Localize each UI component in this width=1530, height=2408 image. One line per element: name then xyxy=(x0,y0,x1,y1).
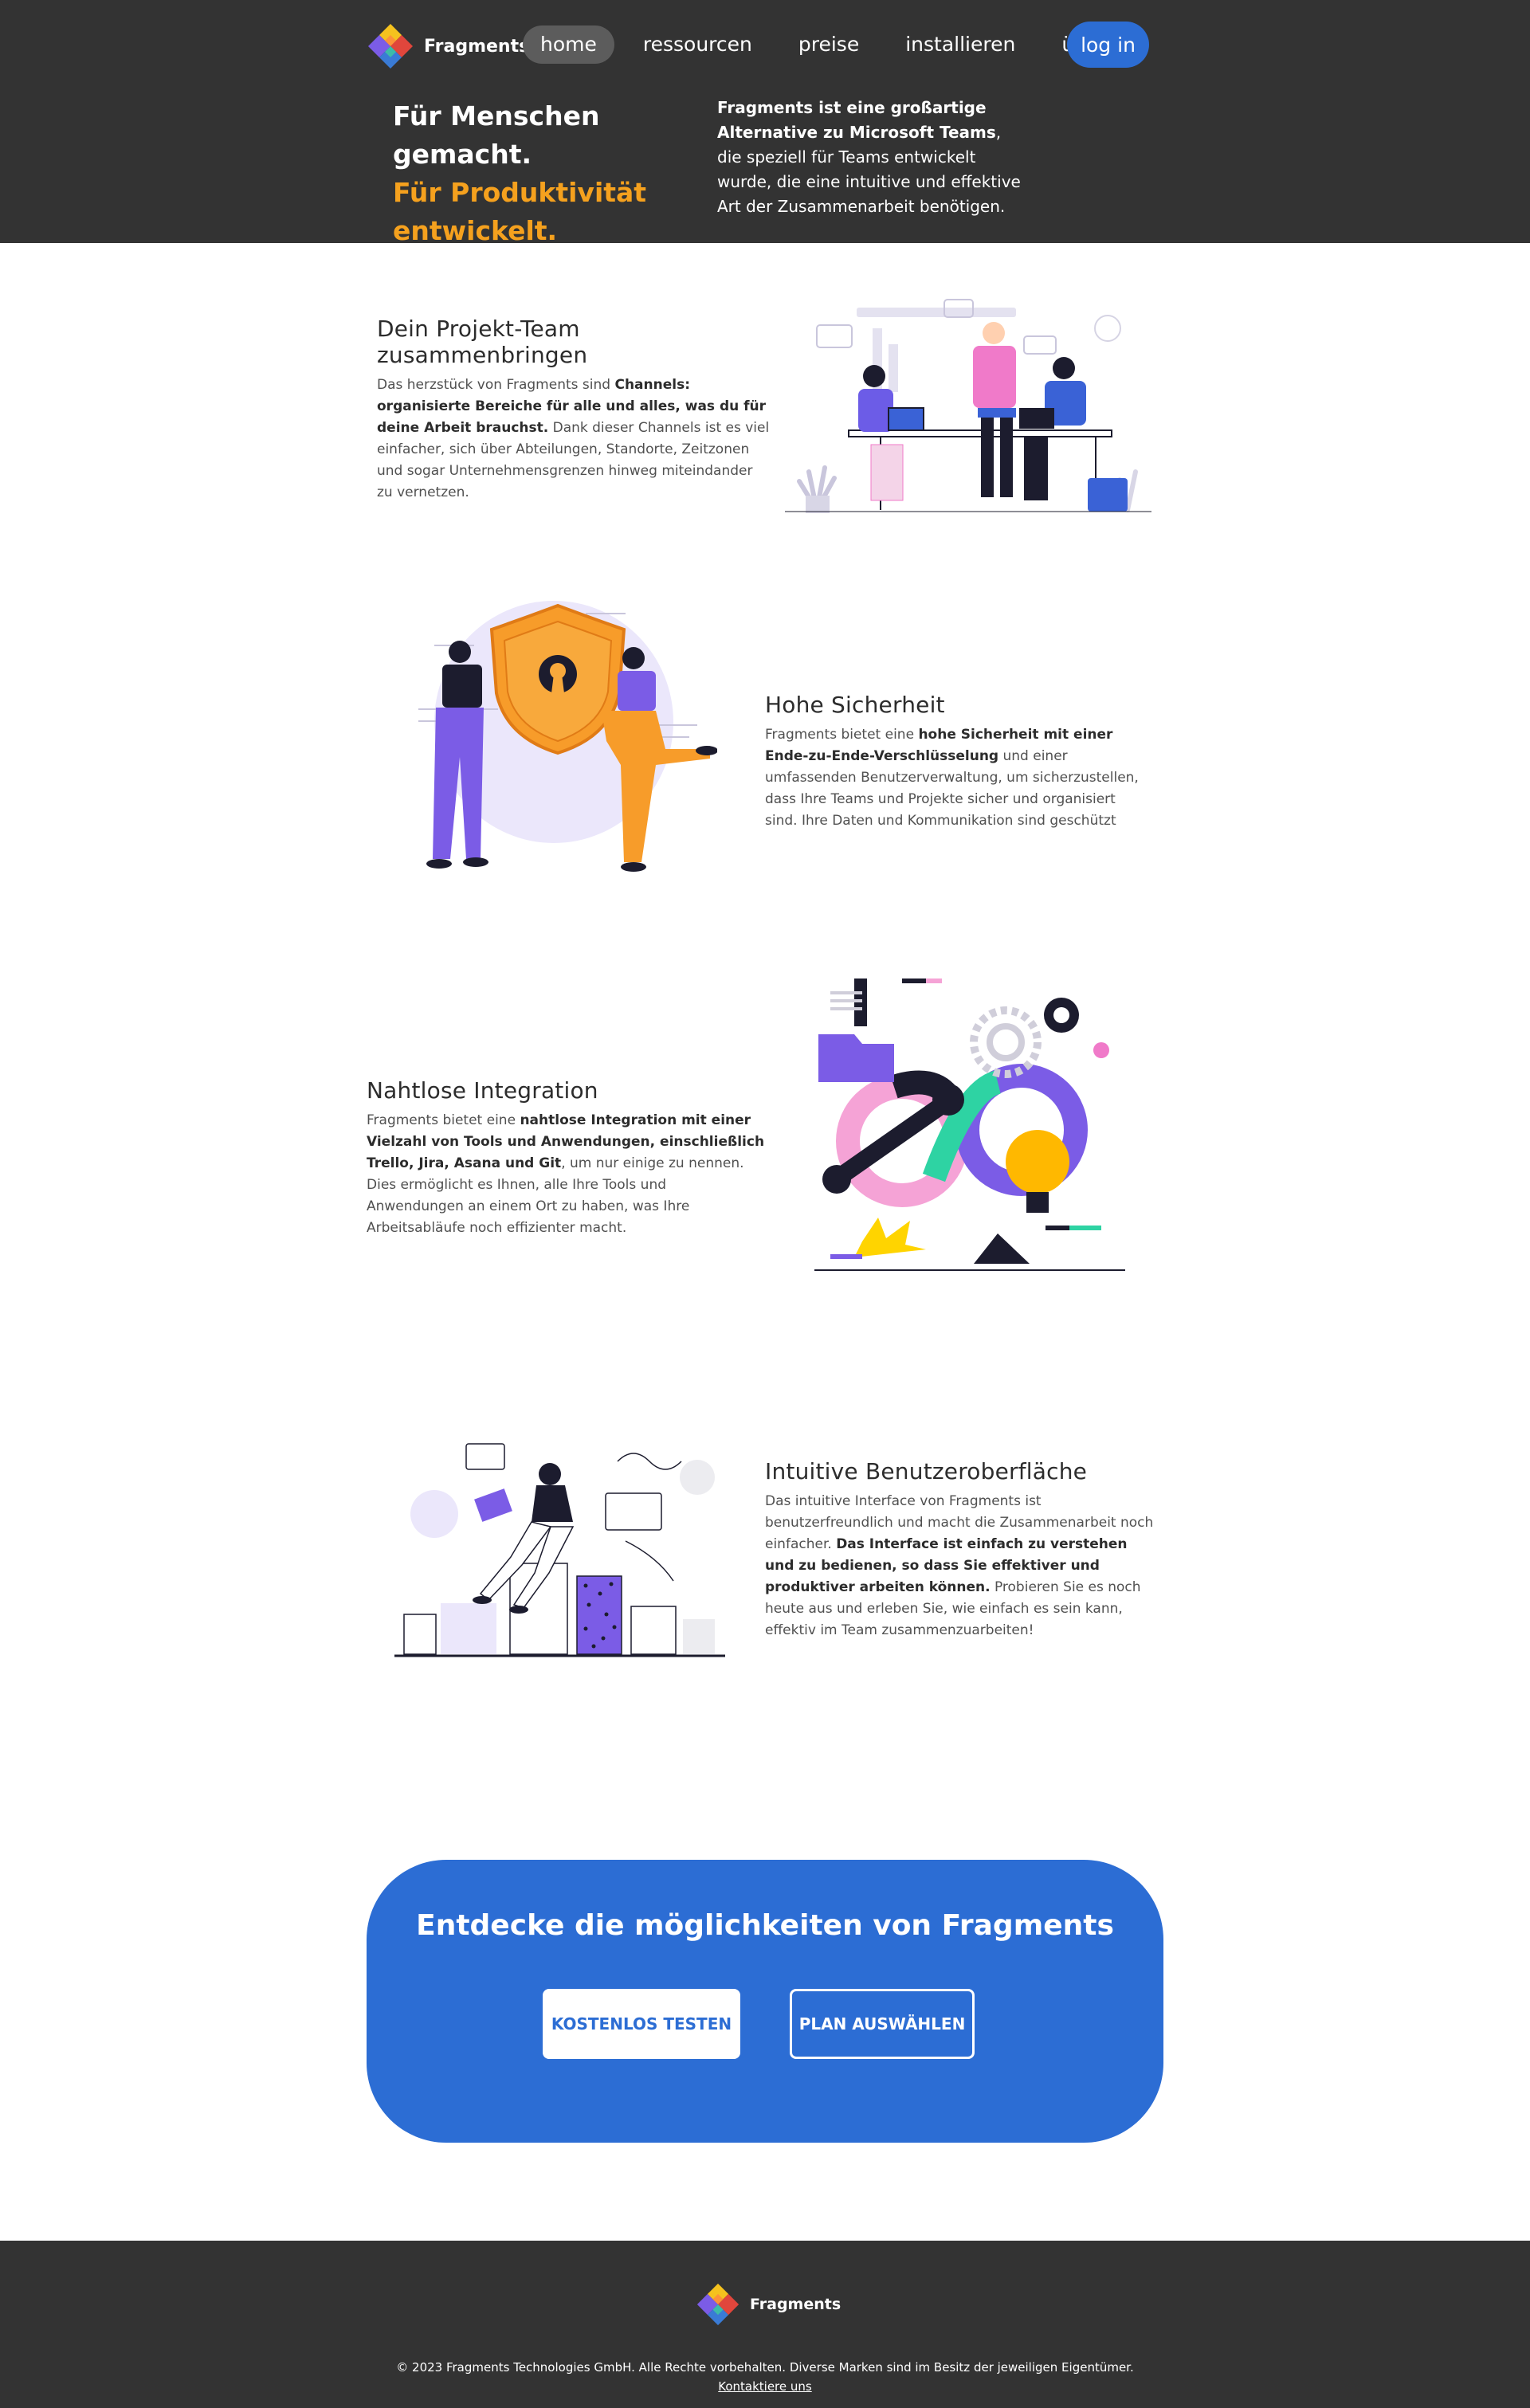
team-collaboration-illustration xyxy=(785,299,1151,513)
fragments-logo-icon xyxy=(696,2283,740,2326)
intuitive-interface-illustration xyxy=(394,1443,725,1657)
hero-description: Fragments ist eine großartige Alternativ… xyxy=(717,96,1028,219)
login-button[interactable]: log in xyxy=(1067,22,1149,68)
feature-integration-text: Nahtlose Integration Fragments bietet ei… xyxy=(367,1077,765,1239)
hero-title-line1: Für Menschen gemacht. xyxy=(393,100,600,170)
feature-security-text: Hohe Sicherheit Fragments bietet eine ho… xyxy=(765,692,1140,832)
site-footer: Fragments © 2023 Fragments Technologies … xyxy=(0,2241,1530,2408)
contact-link[interactable]: Kontaktiere uns xyxy=(718,2379,811,2394)
feature-team-text: Dein Projekt-Team zusammenbringen Das he… xyxy=(377,316,771,504)
cta-banner: Entdecke die möglichkeiten von Fragments… xyxy=(367,1860,1163,2143)
hero-description-bold: Fragments ist eine großartige Alternativ… xyxy=(717,98,996,142)
nav-ressourcen[interactable]: ressourcen xyxy=(626,25,770,64)
try-free-button[interactable]: KOSTENLOS TESTEN xyxy=(543,1989,740,2059)
brand-name: Fragments xyxy=(424,36,530,57)
footer-contact: Kontaktiere uns xyxy=(0,2379,1530,2394)
feature-title: Hohe Sicherheit xyxy=(765,692,945,718)
hero-title: Für Menschen gemacht. Für Produktivität … xyxy=(393,97,712,250)
nav-home[interactable]: home xyxy=(523,25,614,64)
feature-body-text: Fragments bietet eine xyxy=(367,1112,520,1128)
integration-tools-illustration xyxy=(814,978,1125,1271)
feature-body: Fragments bietet eine nahtlose Integrati… xyxy=(367,1110,765,1239)
feature-body-text: Fragments bietet eine xyxy=(765,727,919,743)
cta-title: Entdecke die möglichkeiten von Fragments xyxy=(416,1909,1114,1942)
feature-title: Nahtlose Integration xyxy=(367,1077,598,1104)
site-header: Fragments home ressourcen preise install… xyxy=(0,0,1530,246)
choose-plan-button[interactable]: PLAN AUSWÄHLEN xyxy=(790,1989,975,2059)
feature-ui-text: Intuitive Benutzeroberfläche Das intuiti… xyxy=(765,1458,1159,1641)
brand-logo[interactable]: Fragments xyxy=(367,22,529,70)
fragments-logo-icon xyxy=(368,24,413,69)
hero-title-line2: Für Produktivität entwickelt. xyxy=(393,177,647,246)
feature-body: Fragments bietet eine hohe Sicherheit mi… xyxy=(765,724,1140,832)
nav-preise[interactable]: preise xyxy=(781,25,877,64)
feature-body: Das intuitive Interface von Fragments is… xyxy=(765,1491,1159,1641)
footer-copyright: © 2023 Fragments Technologies GmbH. Alle… xyxy=(396,2360,1134,2375)
security-shield-illustration xyxy=(418,601,717,872)
nav-installieren[interactable]: installieren xyxy=(888,25,1033,64)
feature-title: Intuitive Benutzeroberfläche xyxy=(765,1458,1088,1484)
feature-body-text: Das herzstück von Fragments sind xyxy=(377,377,615,393)
footer-brand-logo[interactable]: Fragments xyxy=(696,2282,841,2327)
footer-brand-name: Fragments xyxy=(750,2296,842,2313)
feature-title: Dein Projekt-Team zusammenbringen xyxy=(377,316,588,368)
feature-body: Das herzstück von Fragments sind Channel… xyxy=(377,375,771,504)
